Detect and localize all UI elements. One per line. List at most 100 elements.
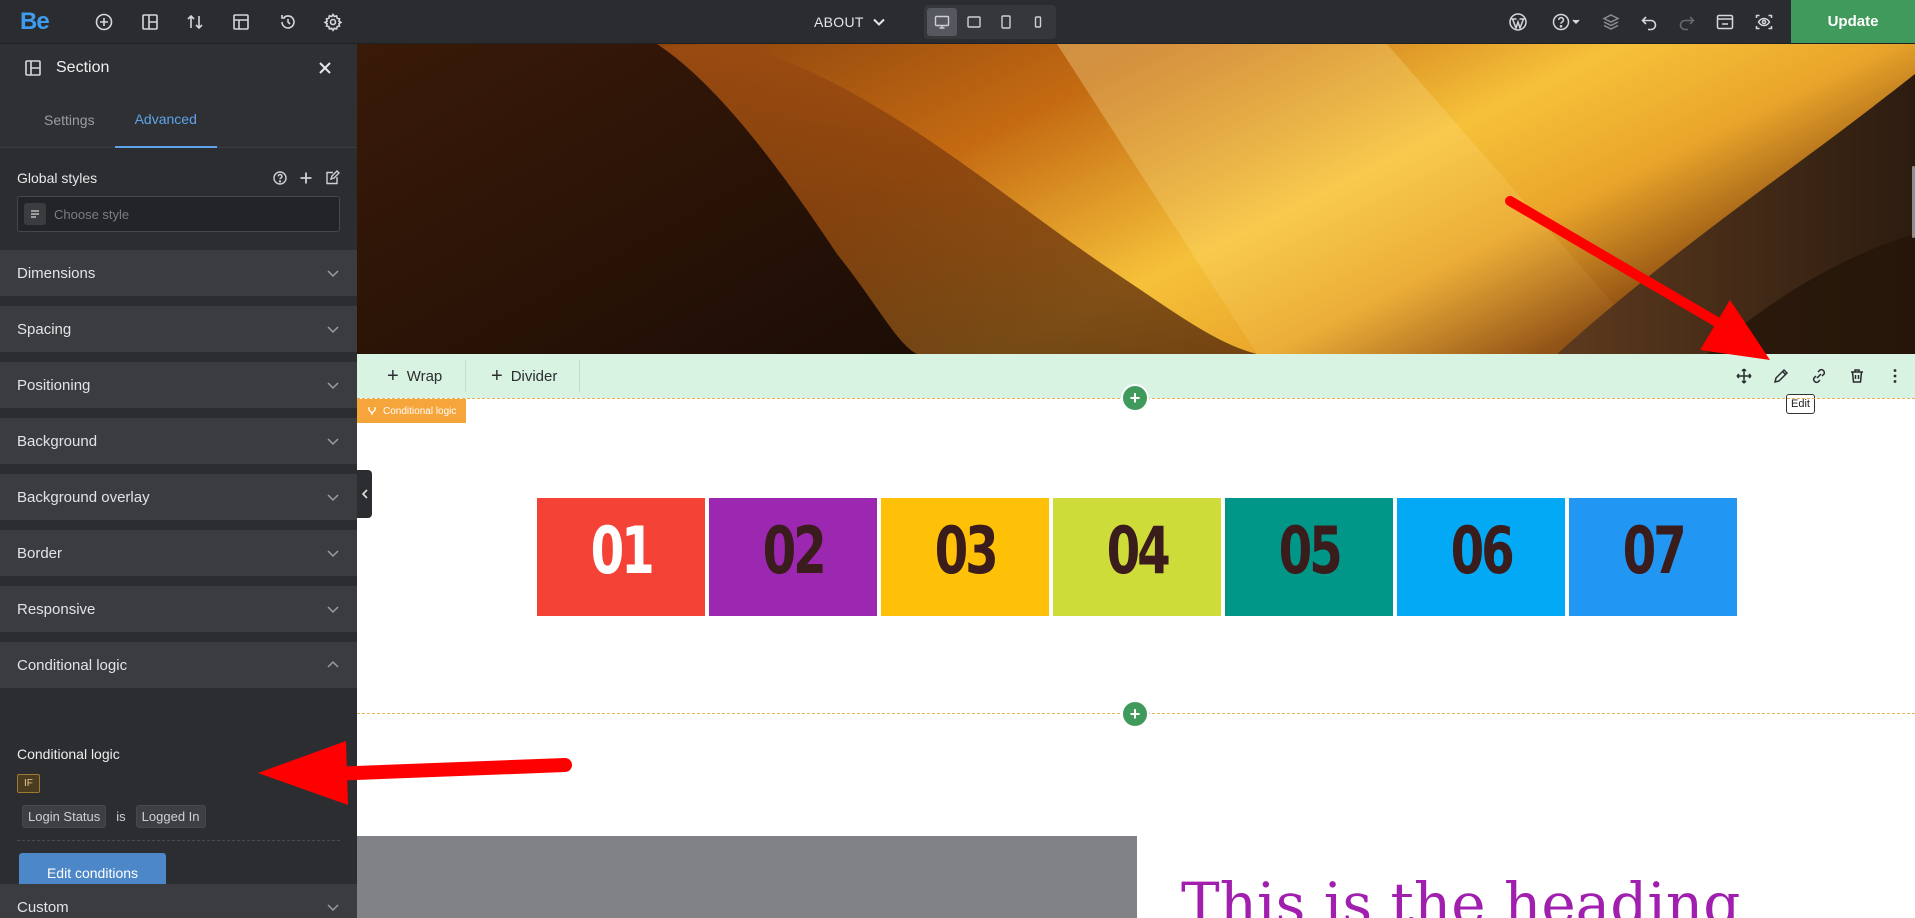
layers-icon[interactable] [1599, 10, 1623, 34]
sort-icon[interactable] [183, 10, 207, 34]
undo-icon[interactable] [1637, 10, 1661, 34]
close-icon[interactable] [317, 60, 333, 76]
add-icon[interactable] [92, 10, 116, 34]
accordion-label: Responsive [17, 600, 96, 618]
add-section-above-button[interactable]: + [1121, 384, 1149, 412]
accordion-custom[interactable]: Custom [0, 884, 357, 918]
global-styles-label: Global styles [17, 170, 98, 186]
chevron-down-icon [326, 434, 340, 448]
divider-button[interactable]: + Divider [491, 354, 557, 398]
help-icon[interactable] [1548, 10, 1584, 34]
accordion-label: Conditional logic [17, 656, 128, 674]
accordion-label: Border [17, 544, 63, 562]
help-icon[interactable] [272, 170, 288, 186]
top-bar: Be ABOUT Update [0, 0, 1915, 44]
wordpress-icon[interactable] [1506, 10, 1530, 34]
global-style-select[interactable]: Choose style [17, 196, 340, 232]
chevron-down-icon [326, 602, 340, 616]
divider [17, 840, 340, 841]
move-icon[interactable] [1733, 365, 1755, 387]
accordion-spacing[interactable]: Spacing [0, 306, 357, 352]
image-placeholder [357, 836, 1137, 918]
style-list-icon [24, 203, 46, 225]
wrap-label: Wrap [406, 367, 443, 385]
toolbar-divider [465, 360, 466, 392]
chevron-left-icon [361, 489, 368, 499]
toolbar-divider [579, 360, 580, 392]
condition-operator: is [116, 809, 126, 824]
section-icon [24, 59, 42, 77]
chevron-down-icon [326, 490, 340, 504]
condition-field: Login Status [22, 805, 107, 828]
desktop-device-icon[interactable] [927, 8, 957, 36]
update-button[interactable]: Update [1791, 0, 1915, 43]
layout-icon[interactable] [138, 10, 162, 34]
global-style-placeholder: Choose style [54, 206, 130, 222]
conditional-logic-tag: Conditional logic [357, 399, 467, 423]
tab-settings[interactable]: Settings [24, 92, 115, 148]
accordion-dimensions[interactable]: Dimensions [0, 250, 357, 296]
conditional-logic-panel: Conditional logic IF Login Status is Log… [0, 732, 357, 893]
add-section-below-button[interactable]: + [1121, 700, 1149, 728]
wrap-button[interactable]: + Wrap [387, 354, 442, 398]
number-box-label: 03 [934, 511, 998, 589]
page-selector[interactable]: ABOUT [814, 10, 886, 34]
history-icon[interactable] [276, 10, 300, 34]
edit-pencil-icon[interactable] [1770, 365, 1792, 387]
mobile-device-icon[interactable] [1023, 8, 1053, 36]
tab-advanced[interactable]: Advanced [114, 92, 217, 148]
number-box-05: 05 [1225, 498, 1393, 616]
number-box-label: 05 [1278, 511, 1342, 589]
conditional-logic-title: Conditional logic [17, 746, 120, 762]
numbered-boxes: 01 02 03 04 05 06 07 [537, 498, 1737, 616]
chevron-up-icon [326, 658, 340, 672]
chevron-down-icon [326, 900, 340, 914]
redo-icon[interactable] [1675, 10, 1699, 34]
chevron-down-icon [326, 266, 340, 280]
plus-icon: + [491, 365, 503, 387]
tablet-device-icon[interactable] [991, 8, 1021, 36]
accordion-conditional-logic[interactable]: Conditional logic [0, 642, 357, 688]
add-style-icon[interactable] [298, 170, 314, 186]
accordion-label: Custom [17, 898, 69, 916]
chevron-down-icon [326, 546, 340, 560]
page-heading: This is the heading [1181, 870, 1741, 918]
hero-mountain-image [357, 44, 1915, 354]
builder-logo[interactable]: Be [20, 8, 50, 36]
chevron-down-icon [326, 378, 340, 392]
global-styles: Global styles Choose style [0, 148, 357, 232]
number-box-01: 01 [537, 498, 705, 616]
conditional-logic-tag-label: Conditional logic [383, 405, 457, 417]
accordion-positioning[interactable]: Positioning [0, 362, 357, 408]
number-box-label: 06 [1450, 511, 1514, 589]
number-box-04: 04 [1053, 498, 1221, 616]
trash-icon[interactable] [1846, 365, 1868, 387]
condition-value: Logged In [135, 805, 206, 828]
accordion-border[interactable]: Border [0, 530, 357, 576]
view-icon[interactable] [1752, 10, 1776, 34]
settings-icon[interactable] [321, 10, 345, 34]
laptop-device-icon[interactable] [959, 8, 989, 36]
more-options-icon[interactable] [1884, 365, 1906, 387]
plus-icon: + [387, 365, 399, 387]
duplicate-icon[interactable] [1808, 365, 1830, 387]
preview-icon[interactable] [1713, 10, 1737, 34]
edit-style-icon[interactable] [324, 170, 340, 186]
number-box-03: 03 [881, 498, 1049, 616]
sidebar-title: Section [56, 59, 110, 76]
sidebar-tabs: Settings Advanced [0, 92, 357, 148]
condition-row: Login Status is Logged In [17, 805, 340, 828]
collapse-sidebar-button[interactable] [357, 470, 372, 518]
sidebar-header: Section [0, 44, 357, 92]
accordion-label: Dimensions [17, 264, 96, 282]
accordion-background-overlay[interactable]: Background overlay [0, 474, 357, 520]
accordion-responsive[interactable]: Responsive [0, 586, 357, 632]
accordion-background[interactable]: Background [0, 418, 357, 464]
settings-sidebar: Section Settings Advanced Global styles … [0, 44, 357, 918]
page-name: ABOUT [814, 14, 864, 30]
chevron-down-icon [326, 322, 340, 336]
number-box-06: 06 [1397, 498, 1565, 616]
template-icon[interactable] [229, 10, 253, 34]
number-box-label: 04 [1106, 511, 1170, 589]
accordion-label: Background [17, 432, 98, 450]
